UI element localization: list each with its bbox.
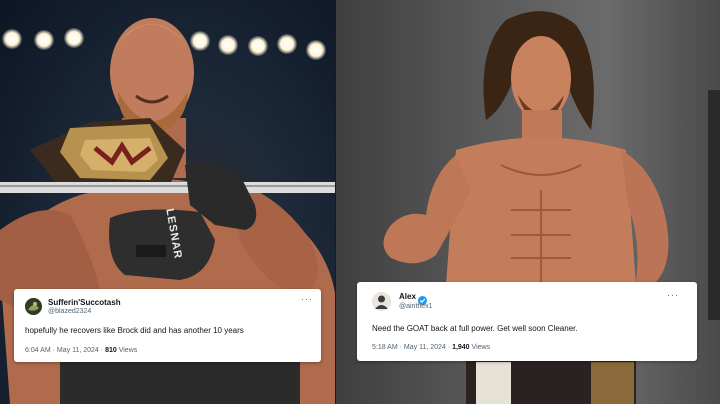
- user-handle[interactable]: @ainthex1: [399, 303, 433, 310]
- user-avatar[interactable]: [25, 298, 42, 315]
- avatar-image: [25, 298, 42, 315]
- more-options-icon[interactable]: ···: [301, 294, 313, 304]
- tweet-time[interactable]: 5:18 AM: [372, 344, 398, 351]
- tweet-date[interactable]: May 11, 2024: [404, 344, 446, 351]
- views-label: Views: [118, 347, 138, 354]
- views-label: Views: [471, 344, 491, 351]
- tweet-card[interactable]: Alex @ainthex1 ··· Need the GOAT back at…: [357, 282, 697, 361]
- more-options-icon[interactable]: ···: [667, 290, 679, 300]
- tweet-meta: 5:18 AM · May 11, 2024 · 1,940 Views: [372, 344, 490, 351]
- user-handle[interactable]: @blazed2324: [48, 308, 91, 315]
- view-count: 1,940: [452, 344, 470, 351]
- tweet-time[interactable]: 6:04 AM: [25, 347, 51, 354]
- verified-badge-icon: [418, 292, 427, 305]
- display-name[interactable]: Sufferin'Succotash: [48, 298, 121, 307]
- tweet-date[interactable]: May 11, 2024: [57, 347, 99, 354]
- tweet-text: hopefully he recovers like Brock did and…: [25, 326, 244, 335]
- user-avatar[interactable]: [372, 292, 391, 311]
- tweet-meta: 6:04 AM · May 11, 2024 · 810 Views: [25, 347, 137, 354]
- view-count: 810: [105, 347, 117, 354]
- display-name[interactable]: Alex: [399, 292, 416, 301]
- tweet-card[interactable]: Sufferin'Succotash @blazed2324 ··· hopef…: [14, 289, 321, 362]
- avatar-image: [372, 292, 391, 311]
- tweet-text: Need the GOAT back at full power. Get we…: [372, 324, 578, 333]
